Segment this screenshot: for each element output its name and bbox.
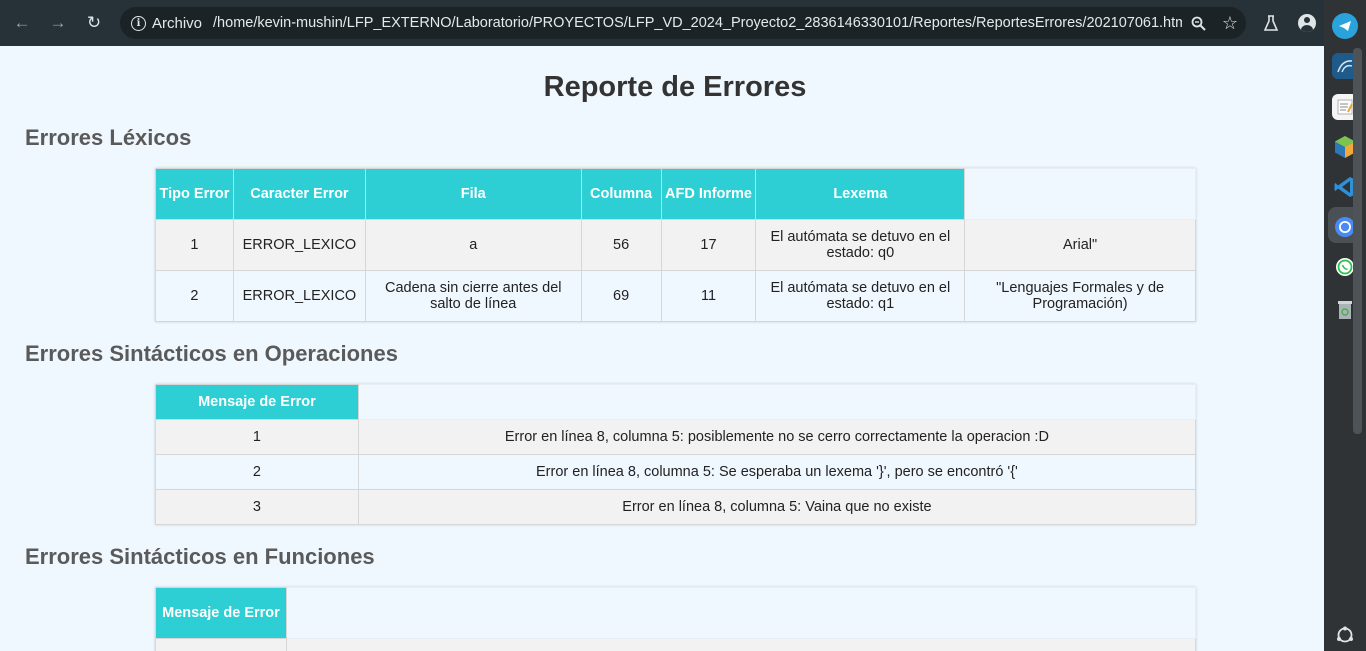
cell: 2 (155, 270, 234, 322)
browser-toolbar: ← → ↻ i Archivo /home/kevin-mushin/LFP_E… (0, 0, 1324, 46)
syntax-ops-heading: Errores Sintácticos en Operaciones (25, 341, 398, 366)
cell: ERROR_LEXICO (232, 219, 366, 271)
profile-button[interactable] (1289, 5, 1325, 41)
forward-button[interactable]: → (40, 5, 76, 41)
avatar-icon (1298, 14, 1316, 32)
cell (285, 638, 1197, 651)
cell: Error en línea 8, columna 5: Vaina que n… (357, 489, 1197, 525)
cell: "Lenguajes Formales y de Programación) (964, 270, 1196, 322)
lexical-errors-table: Tipo Error Caracter Error Fila Columna A… (155, 168, 1196, 322)
page-scrollbar[interactable] (1353, 48, 1362, 434)
address-bar[interactable]: i Archivo /home/kevin-mushin/LFP_EXTERNO… (120, 7, 1246, 39)
table-row: 1 Error en línea 8, columna 5: posibleme… (155, 419, 1197, 455)
table-header-row: Tipo Error Caracter Error Fila Columna A… (155, 168, 1196, 220)
page-content: Reporte de Errores Errores Léxicos Tipo … (0, 46, 1324, 651)
col-header-empty (964, 168, 1196, 220)
zoom-button[interactable] (1182, 7, 1214, 39)
cell: Error en línea 8, columna 5: posiblement… (357, 419, 1197, 455)
zoom-icon (1191, 16, 1206, 31)
telegram-icon[interactable] (1332, 13, 1358, 39)
cell: Cadena sin cierre antes del salto de lín… (364, 270, 582, 322)
show-apps-icon[interactable] (1332, 622, 1358, 648)
col-header-mensaje-error: Mensaje de Error (155, 384, 359, 420)
col-header-tipo-error: Tipo Error (155, 168, 234, 220)
star-icon: ☆ (1221, 12, 1239, 33)
cell: 2 (155, 454, 359, 490)
cell (155, 638, 287, 651)
reload-icon: ↻ (86, 13, 102, 32)
col-header-afd-informe: AFD Informe (660, 168, 757, 220)
col-header-caracter-error: Caracter Error (232, 168, 366, 220)
url-text[interactable]: /home/kevin-mushin/LFP_EXTERNO/Laborator… (213, 15, 1182, 31)
cell: 11 (660, 270, 757, 322)
flask-icon (1264, 15, 1278, 31)
cell: El autómata se detuvo en el estado: q1 (755, 270, 966, 322)
cell: 1 (155, 219, 234, 271)
cell: ERROR_LEXICO (232, 270, 366, 322)
table-header-row: Mensaje de Error (155, 587, 1197, 639)
cell: 56 (580, 219, 662, 271)
site-info-chip[interactable]: i Archivo (127, 10, 211, 36)
info-icon: i (131, 15, 146, 31)
table-header-row: Mensaje de Error (155, 384, 1197, 420)
arrow-left-icon: ← (13, 13, 31, 32)
cell: 17 (660, 219, 757, 271)
col-header-mensaje-error: Mensaje de Error (155, 587, 287, 639)
col-header-columna: Columna (580, 168, 662, 220)
cell: El autómata se detuvo en el estado: q0 (755, 219, 966, 271)
lexical-errors-heading: Errores Léxicos (25, 125, 192, 150)
col-header-lexema: Lexema (755, 168, 966, 220)
col-header-fila: Fila (364, 168, 582, 220)
syntax-funcs-heading: Errores Sintácticos en Funciones (25, 544, 375, 569)
page-title: Reporte de Errores (543, 71, 807, 103)
col-header-empty (285, 587, 1197, 639)
col-header-empty (357, 384, 1197, 420)
cell: a (364, 219, 582, 271)
table-row: 3 Error en línea 8, columna 5: Vaina que… (155, 489, 1197, 525)
labs-button[interactable] (1253, 5, 1289, 41)
site-chip-label: Archivo (152, 14, 203, 32)
table-row: 2 Error en línea 8, columna 5: Se espera… (155, 454, 1197, 490)
cell: 3 (155, 489, 359, 525)
table-row: 2 ERROR_LEXICO Cadena sin cierre antes d… (155, 270, 1196, 322)
reload-button[interactable]: ↻ (76, 5, 112, 41)
bookmark-button[interactable]: ☆ (1214, 7, 1246, 39)
cell: Arial" (964, 219, 1196, 271)
back-button[interactable]: ← (4, 5, 40, 41)
syntax-ops-table: Mensaje de Error 1 Error en línea 8, col… (155, 384, 1197, 525)
table-row: 1 ERROR_LEXICO a 56 17 El autómata se de… (155, 219, 1196, 271)
arrow-right-icon: → (49, 13, 67, 32)
cell: 1 (155, 419, 359, 455)
cell: Error en línea 8, columna 5: Se esperaba… (357, 454, 1197, 490)
cell: 69 (580, 270, 662, 322)
table-row (155, 638, 1197, 651)
syntax-funcs-table: Mensaje de Error (155, 587, 1197, 651)
